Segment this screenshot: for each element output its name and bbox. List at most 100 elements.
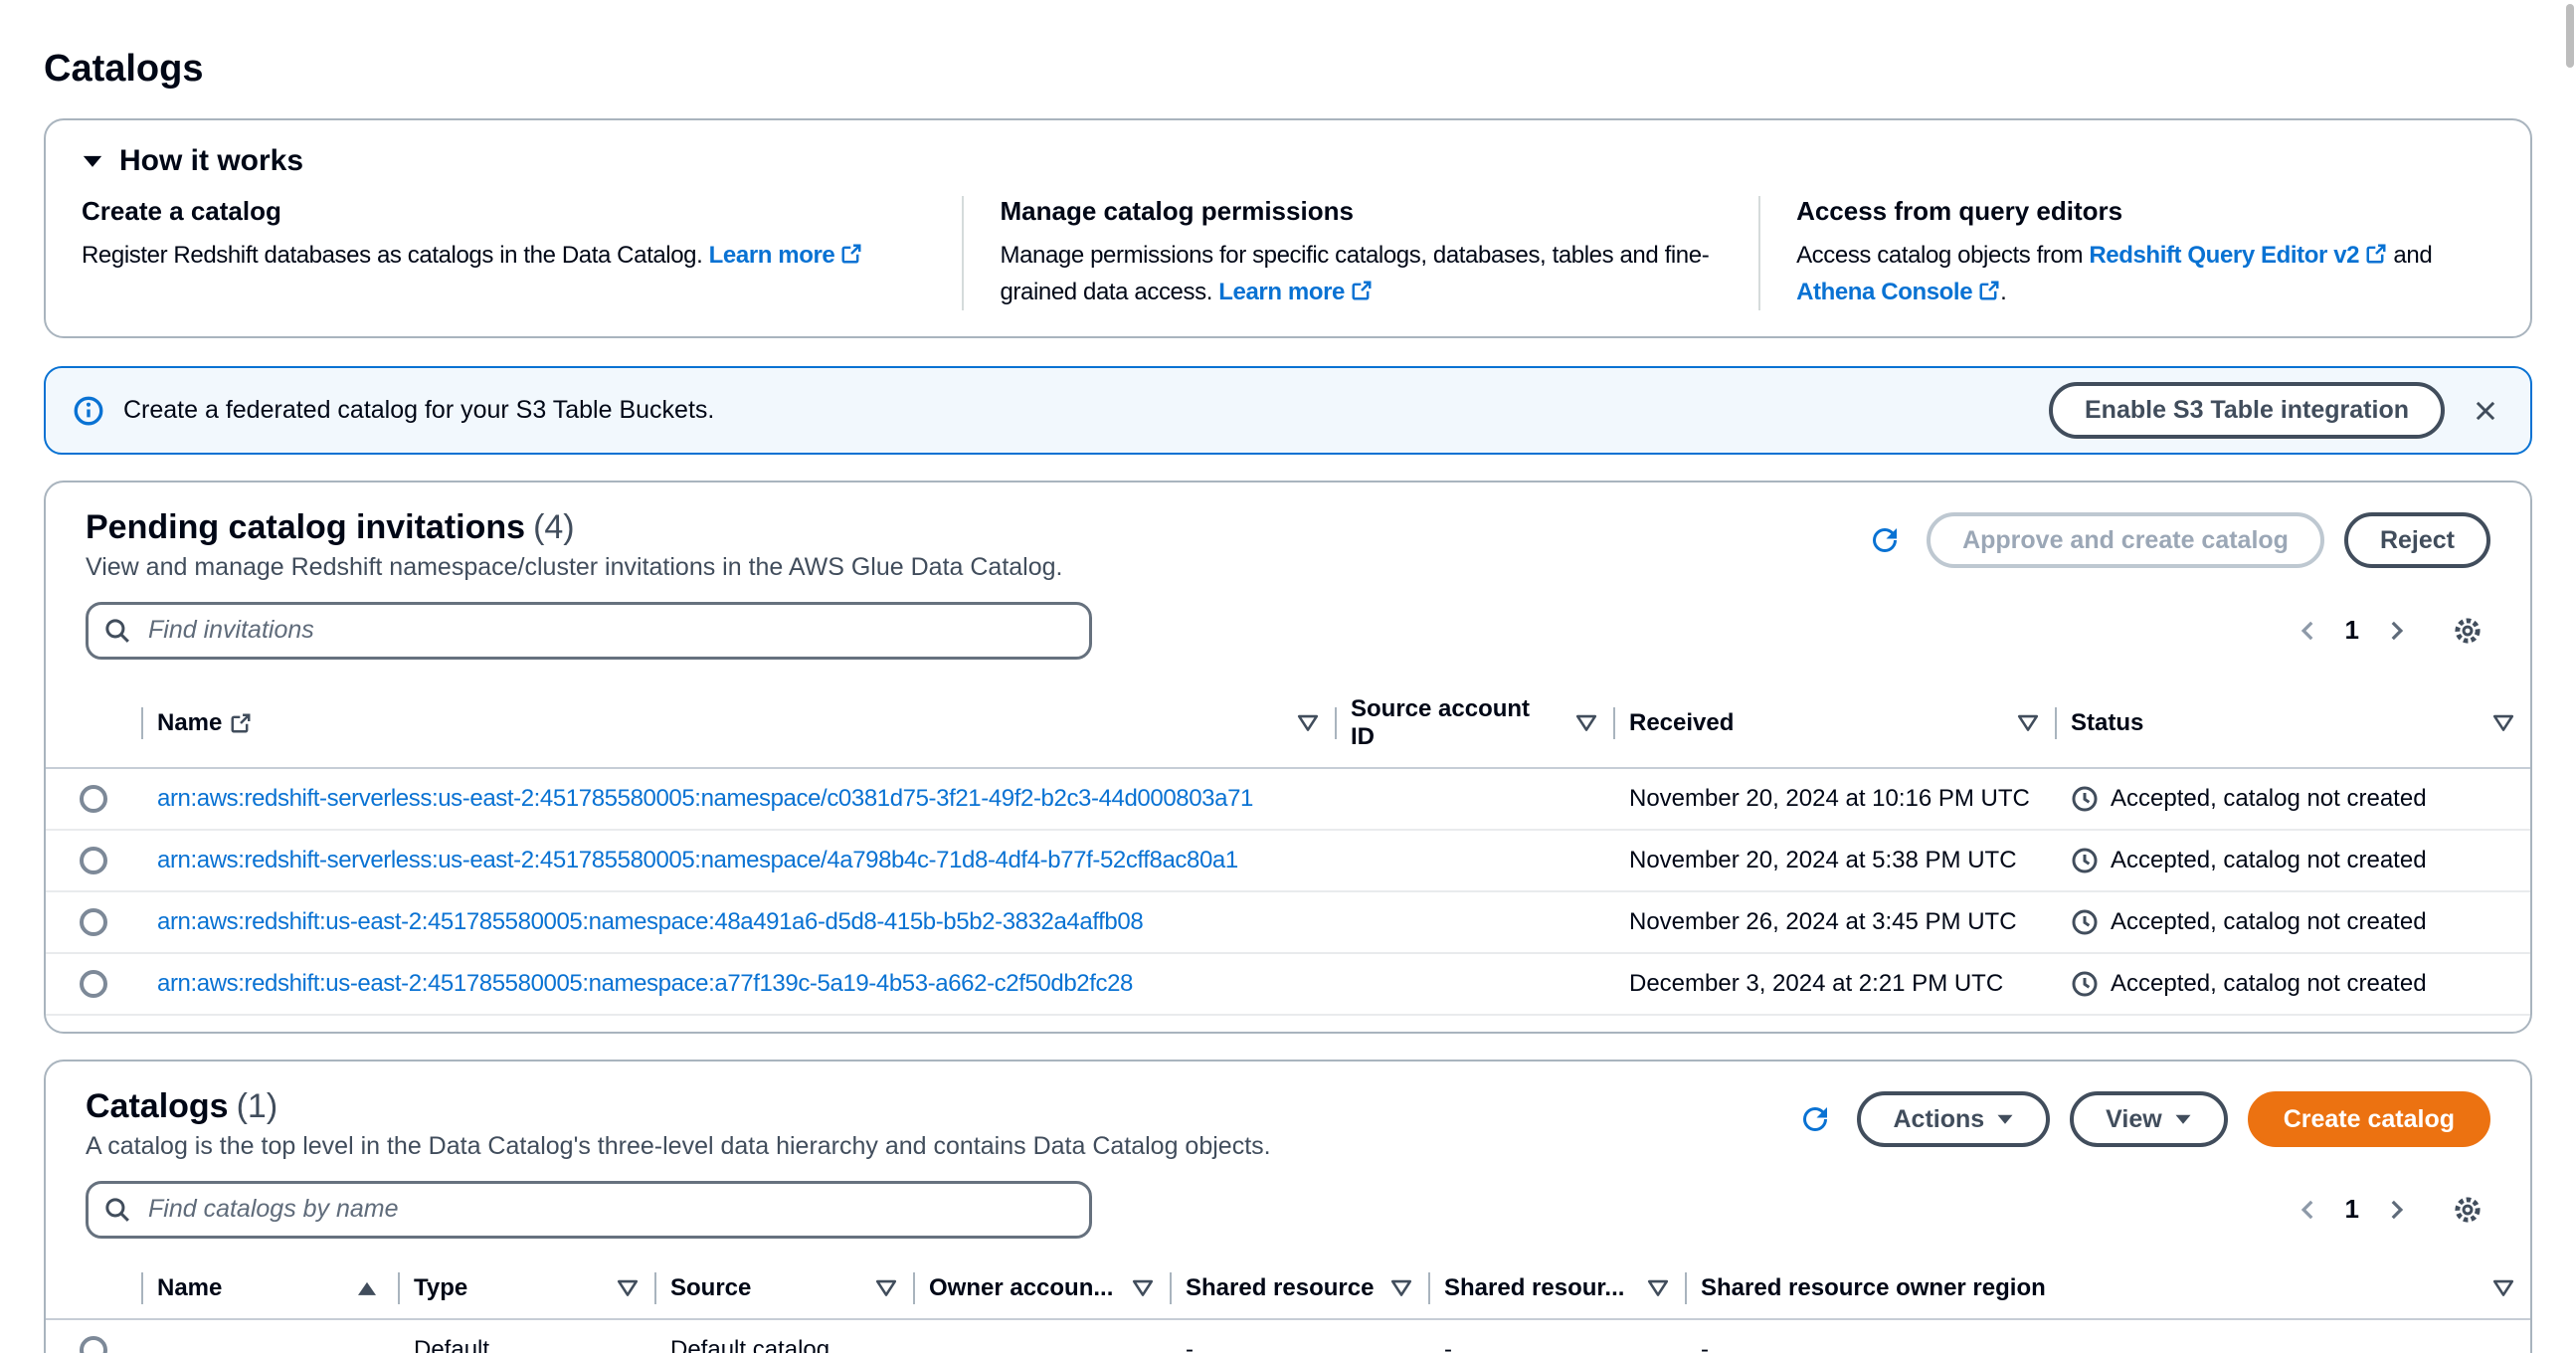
- chevron-left-icon: [2296, 618, 2321, 644]
- filter-icon[interactable]: [1390, 1278, 1412, 1298]
- column-label: Name: [157, 709, 222, 737]
- gear-icon: [2453, 1195, 2483, 1225]
- catalogs-header: Catalogs(1) A catalog is the top level i…: [46, 1062, 2530, 1161]
- previous-page-button[interactable]: [2288, 610, 2329, 652]
- column-header-name[interactable]: Name: [141, 679, 1335, 768]
- preferences-button[interactable]: [2445, 608, 2490, 654]
- athena-console-link[interactable]: Athena Console: [1796, 279, 2000, 305]
- invitations-toolbar: 1: [46, 582, 2530, 679]
- invitation-name-link[interactable]: arn:aws:redshift-serverless:us-east-2:45…: [157, 847, 1319, 874]
- current-page[interactable]: 1: [2329, 1194, 2375, 1225]
- filter-icon[interactable]: [617, 1278, 639, 1298]
- find-invitations-input[interactable]: [86, 602, 1092, 660]
- column-header-source[interactable]: Source: [654, 1258, 913, 1319]
- column-label: Name: [157, 1274, 222, 1302]
- column-label: Shared resource owner region: [1701, 1274, 2046, 1302]
- actions-dropdown-button[interactable]: Actions: [1857, 1091, 2050, 1148]
- current-page[interactable]: 1: [2329, 615, 2375, 646]
- search-icon: [103, 1196, 131, 1224]
- source-account-cell: [1335, 891, 1613, 953]
- filter-icon[interactable]: [1575, 713, 1597, 733]
- filter-icon[interactable]: [1132, 1278, 1154, 1298]
- refresh-icon: [1867, 522, 1903, 558]
- chevron-left-icon: [2296, 1197, 2321, 1223]
- column-header-source-account-id[interactable]: Source account ID: [1335, 679, 1613, 768]
- row-radio[interactable]: [80, 785, 107, 813]
- caret-down-icon: [1996, 1112, 2014, 1126]
- next-page-button[interactable]: [2375, 1189, 2417, 1231]
- catalogs-panel: Catalogs(1) A catalog is the top level i…: [44, 1060, 2532, 1353]
- scrollbar-thumb[interactable]: [2566, 4, 2574, 68]
- invitations-search: [86, 602, 1092, 660]
- invitation-name-link[interactable]: arn:aws:redshift-serverless:us-east-2:45…: [157, 785, 1319, 813]
- create-catalog-button[interactable]: Create catalog: [2248, 1091, 2490, 1148]
- row-radio[interactable]: [80, 1336, 107, 1353]
- catalogs-search: [86, 1181, 1092, 1239]
- pending-clock-icon: [2071, 847, 2099, 874]
- column-header-type[interactable]: Type: [398, 1258, 654, 1319]
- row-radio[interactable]: [80, 847, 107, 874]
- source-account-cell: [1335, 830, 1613, 891]
- learn-more-link[interactable]: Learn more: [709, 242, 863, 269]
- refresh-button[interactable]: [1793, 1097, 1837, 1141]
- received-cell: November 20, 2024 at 5:38 PM UTC: [1613, 830, 2055, 891]
- search-icon: [103, 617, 131, 645]
- invitation-name-link[interactable]: arn:aws:redshift:us-east-2:451785580005:…: [157, 908, 1319, 936]
- column-header-name[interactable]: Name: [141, 1258, 398, 1319]
- external-link-icon: [1978, 280, 2000, 301]
- column-header-shared-resource-owner-region[interactable]: Shared resource owner region: [1685, 1258, 2530, 1319]
- invitations-header-text: Pending catalog invitations(4) View and …: [86, 508, 1062, 582]
- invitation-name-link[interactable]: arn:aws:redshift:us-east-2:451785580005:…: [157, 970, 1319, 998]
- invitations-title: Pending catalog invitations(4): [86, 508, 1062, 547]
- status-cell: Accepted, catalog not created: [2055, 830, 2530, 891]
- invitations-header: Pending catalog invitations(4) View and …: [46, 483, 2530, 582]
- next-page-button[interactable]: [2375, 610, 2417, 652]
- how-it-works-columns: Create a catalog Register Redshift datab…: [82, 196, 2494, 310]
- catalogs-screen: Catalogs How it works Create a catalog R…: [0, 0, 2576, 1353]
- card-text: Access catalog objects from Redshift Que…: [1796, 237, 2463, 310]
- invitations-header-row: Name Source account ID Received Status: [46, 679, 2530, 768]
- filter-icon[interactable]: [1297, 713, 1319, 733]
- close-icon[interactable]: [2469, 394, 2502, 428]
- card-text: Register Redshift databases as catalogs …: [82, 237, 930, 274]
- column-header-shared-resource[interactable]: Shared resource: [1170, 1258, 1428, 1319]
- refresh-button[interactable]: [1863, 518, 1907, 562]
- how-it-works-toggle[interactable]: How it works: [82, 144, 2494, 178]
- invitations-actions: Approve and create catalog Reject: [1863, 508, 2490, 569]
- card-heading: Access from query editors: [1796, 196, 2463, 227]
- preferences-button[interactable]: [2445, 1187, 2490, 1233]
- catalog-source-cell: Default catalog: [654, 1319, 913, 1353]
- row-radio[interactable]: [80, 908, 107, 936]
- previous-page-button[interactable]: [2288, 1189, 2329, 1231]
- select-column-header: [46, 1258, 141, 1319]
- reject-button[interactable]: Reject: [2344, 512, 2490, 569]
- filter-icon[interactable]: [875, 1278, 897, 1298]
- catalog-shared-region-cell: -: [1685, 1319, 2530, 1353]
- redshift-query-editor-link[interactable]: Redshift Query Editor v2: [2089, 242, 2387, 269]
- invitation-row: arn:aws:redshift:us-east-2:451785580005:…: [46, 953, 2530, 1015]
- approve-and-create-catalog-button[interactable]: Approve and create catalog: [1927, 512, 2324, 569]
- info-icon: [74, 396, 103, 426]
- pending-clock-icon: [2071, 970, 2099, 998]
- filter-icon[interactable]: [2017, 713, 2039, 733]
- view-dropdown-button[interactable]: View: [2070, 1091, 2228, 1148]
- column-label: Owner accoun...: [929, 1274, 1113, 1302]
- row-radio[interactable]: [80, 970, 107, 998]
- filter-icon[interactable]: [2492, 713, 2514, 733]
- catalog-shared-resource-cell: -: [1170, 1319, 1428, 1353]
- filter-icon[interactable]: [1647, 1278, 1669, 1298]
- filter-icon[interactable]: [2492, 1278, 2514, 1298]
- learn-more-link[interactable]: Learn more: [1218, 279, 1373, 305]
- refresh-icon: [1797, 1101, 1833, 1137]
- column-header-status[interactable]: Status: [2055, 679, 2530, 768]
- column-header-owner-account[interactable]: Owner accoun...: [913, 1258, 1170, 1319]
- enable-s3-table-integration-button[interactable]: Enable S3 Table integration: [2049, 382, 2445, 439]
- info-banner: Create a federated catalog for your S3 T…: [44, 366, 2532, 455]
- find-catalogs-input[interactable]: [86, 1181, 1092, 1239]
- sort-ascending-icon[interactable]: [356, 1279, 378, 1297]
- invitation-row: arn:aws:redshift-serverless:us-east-2:45…: [46, 830, 2530, 891]
- received-cell: December 3, 2024 at 2:21 PM UTC: [1613, 953, 2055, 1015]
- invitation-row: arn:aws:redshift:us-east-2:451785580005:…: [46, 891, 2530, 953]
- column-header-shared-resource-2[interactable]: Shared resour...: [1428, 1258, 1685, 1319]
- column-header-received[interactable]: Received: [1613, 679, 2055, 768]
